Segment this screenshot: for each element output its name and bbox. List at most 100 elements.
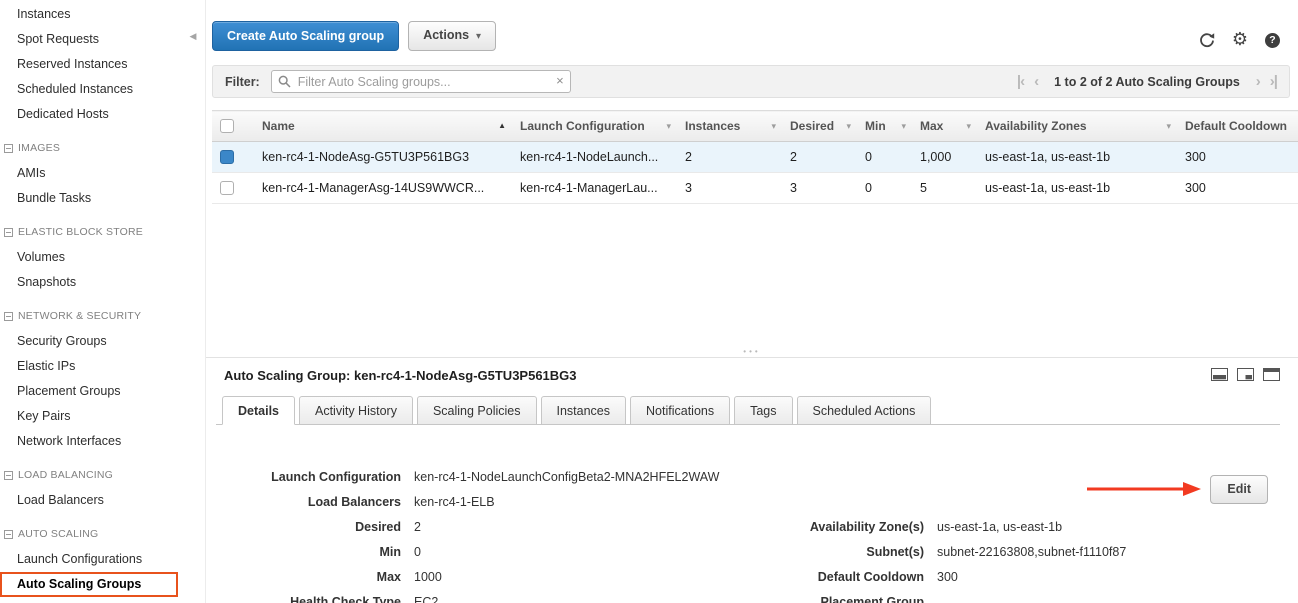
gear-icon[interactable]: ⚙ (1232, 32, 1248, 48)
column-label: Name (262, 119, 295, 133)
layout-controls (1211, 368, 1280, 381)
sidebar-item-security-groups[interactable]: Security Groups (0, 329, 184, 354)
field-max: Max1000 (216, 569, 772, 585)
column-header-instances[interactable]: Instances▾ (677, 111, 782, 142)
sidebar-section-images[interactable]: IMAGES (0, 136, 184, 161)
sidebar-item-volumes[interactable]: Volumes (0, 245, 184, 270)
column-label: Min (865, 119, 886, 133)
sidebar-item-scheduled-instances[interactable]: Scheduled Instances (0, 77, 184, 102)
create-asg-button[interactable]: Create Auto Scaling group (212, 21, 399, 51)
cell-azs: us-east-1a, us-east-1b (977, 142, 1177, 173)
actions-button[interactable]: Actions▾ (408, 21, 496, 51)
section-label: AUTO SCALING (18, 526, 98, 543)
column-header-name[interactable]: Name▲ (254, 111, 512, 142)
field-value: ken-rc4-1-ELB (414, 494, 495, 510)
cell-min: 0 (857, 142, 912, 173)
sidebar-item-amis[interactable]: AMIs (0, 161, 184, 186)
field-value: 0 (414, 544, 421, 560)
tab-details[interactable]: Details (222, 396, 295, 425)
pane-bottom-half-icon[interactable] (1211, 368, 1228, 381)
column-label: Max (920, 119, 943, 133)
cell-launch_config: ken-rc4-1-NodeLaunch... (512, 142, 677, 173)
column-header-desired[interactable]: Desired▾ (782, 111, 857, 142)
actions-label: Actions (423, 28, 469, 42)
search-box: × (271, 70, 571, 93)
pane-maximize-icon[interactable] (1263, 368, 1280, 381)
tab-activity-history[interactable]: Activity History (299, 396, 413, 425)
column-header-default-cooldown[interactable]: Default Cooldown▾ (1177, 111, 1298, 142)
table-header-row: Name▲Launch Configuration▾Instances▾Desi… (212, 111, 1298, 142)
cell-min: 0 (857, 173, 912, 204)
sidebar-item-elastic-ips[interactable]: Elastic IPs (0, 354, 184, 379)
sidebar-item-launch-configurations[interactable]: Launch Configurations (0, 547, 184, 572)
edit-button[interactable]: Edit (1210, 475, 1268, 504)
last-page-icon[interactable]: ›| (1270, 75, 1277, 89)
sidebar-item-instances[interactable]: Instances (0, 2, 184, 27)
section-label: NETWORK & SECURITY (18, 308, 141, 325)
column-header-max[interactable]: Max ▾ (912, 111, 977, 142)
field-health-check-type: Health Check Type EC2 (216, 594, 772, 603)
tab-instances[interactable]: Instances (541, 396, 627, 425)
help-icon[interactable]: ? (1265, 33, 1280, 48)
sidebar-item-placement-groups[interactable]: Placement Groups (0, 379, 184, 404)
filter-input[interactable] (271, 70, 571, 93)
next-page-icon[interactable]: › (1256, 75, 1260, 89)
column-header-launch-configuration[interactable]: Launch Configuration▾ (512, 111, 677, 142)
tab-scheduled-actions[interactable]: Scheduled Actions (797, 396, 932, 425)
sidebar-item-auto-scaling-groups[interactable]: Auto Scaling Groups (0, 572, 178, 597)
checkbox-cell (212, 173, 254, 204)
tab-tags[interactable]: Tags (734, 396, 792, 425)
field-load-balancers: Load Balancersken-rc4-1-ELB (216, 494, 772, 510)
cell-name: ken-rc4-1-NodeAsg-G5TU3P561BG3 (254, 142, 512, 173)
fields-right-column: Availability Zone(s)us-east-1a, us-east-… (772, 519, 1126, 603)
cell-cooldown: 300 (1177, 142, 1298, 173)
sidebar-collapse-button[interactable]: ◀ (184, 26, 202, 46)
sidebar-item-network-interfaces[interactable]: Network Interfaces (0, 429, 184, 454)
sidebar-section-network-security[interactable]: NETWORK & SECURITY (0, 304, 184, 329)
sidebar-section-load-balancing[interactable]: LOAD BALANCING (0, 463, 184, 488)
field-label: Max (216, 569, 401, 585)
column-header-availability-zones[interactable]: Availability Zones▾ (977, 111, 1177, 142)
previous-page-icon[interactable]: ‹ (1034, 75, 1038, 89)
collapse-section-icon (4, 471, 13, 480)
row-checkbox[interactable] (220, 181, 234, 195)
section-label: LOAD BALANCING (18, 467, 113, 484)
sort-icon: ▾ (966, 121, 971, 132)
table-row[interactable]: ken-rc4-1-NodeAsg-G5TU3P561BG3ken-rc4-1-… (212, 142, 1298, 173)
sidebar-item-dedicated-hosts[interactable]: Dedicated Hosts (0, 102, 184, 127)
sidebar-section-elastic-block-store[interactable]: ELASTIC BLOCK STORE (0, 220, 184, 245)
first-page-icon[interactable]: |‹ (1017, 75, 1024, 89)
sidebar-item-reserved-instances[interactable]: Reserved Instances (0, 52, 184, 77)
toolbar: Create Auto Scaling group Actions▾ ⚙ ? (212, 0, 1298, 51)
cell-azs: us-east-1a, us-east-1b (977, 173, 1177, 204)
search-icon (278, 75, 291, 93)
table-row[interactable]: ken-rc4-1-ManagerAsg-14US9WWCR...ken-rc4… (212, 173, 1298, 204)
select-all-checkbox[interactable] (220, 119, 234, 133)
sort-icon: ▾ (846, 121, 851, 132)
field-label: Subnet(s) (772, 544, 924, 560)
tab-scaling-policies[interactable]: Scaling Policies (417, 396, 537, 425)
checkbox-cell (212, 142, 254, 173)
column-label: Instances (685, 119, 740, 133)
sidebar-item-bundle-tasks[interactable]: Bundle Tasks (0, 186, 184, 211)
pane-bottom-right-icon[interactable] (1237, 368, 1254, 381)
sidebar-item-snapshots[interactable]: Snapshots (0, 270, 184, 295)
clear-filter-icon[interactable]: × (556, 73, 564, 89)
sidebar-section-auto-scaling[interactable]: AUTO SCALING (0, 522, 184, 547)
refresh-icon[interactable] (1199, 32, 1215, 48)
row-checkbox[interactable] (220, 150, 234, 164)
annotation-arrow-icon (1087, 480, 1202, 498)
sidebar-item-load-balancers[interactable]: Load Balancers (0, 488, 184, 513)
column-header-min[interactable]: Min▾ (857, 111, 912, 142)
tab-notifications[interactable]: Notifications (630, 396, 730, 425)
panel-resize-handle[interactable]: ••• (206, 346, 1298, 358)
field-value: EC2 (414, 594, 438, 603)
details-tab-content: Edit Launch Configurationken-rc4-1-NodeL… (216, 469, 1280, 603)
field-label: Default Cooldown (772, 569, 924, 585)
field-label: Availability Zone(s) (772, 519, 924, 535)
field-label: Health Check Type (216, 594, 401, 603)
column-label: Availability Zones (985, 119, 1087, 133)
cell-max: 5 (912, 173, 977, 204)
sidebar-item-spot-requests[interactable]: Spot Requests (0, 27, 184, 52)
sidebar-item-key-pairs[interactable]: Key Pairs (0, 404, 184, 429)
